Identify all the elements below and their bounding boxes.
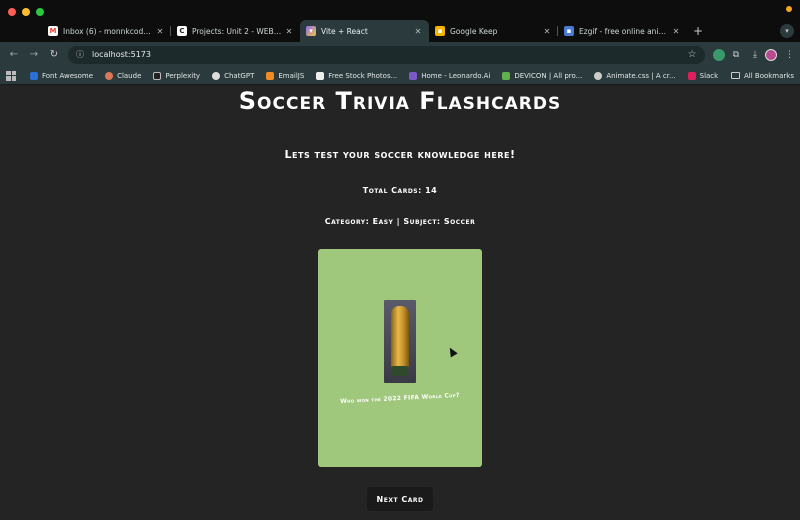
close-tab-icon[interactable]: ✕	[542, 27, 552, 36]
font-awesome-icon	[30, 71, 38, 80]
extensions-puzzle-icon[interactable]: ⧉	[733, 50, 739, 60]
page-content: Soccer Trivia Flashcards Lets test your …	[0, 86, 800, 520]
bookmark-animate-css[interactable]: Animate.css | A cr...	[594, 71, 676, 80]
bookmark-label: Perplexity	[165, 71, 201, 80]
tab-title: Projects: Unit 2 - WEB102 | Intro	[192, 26, 284, 36]
page-title: Soccer Trivia Flashcards	[238, 87, 562, 115]
flashcard[interactable]: Who won the 2022 FIFA World Cup?	[318, 249, 482, 467]
flashcard-question: Who won the 2022 FIFA World Cup?	[340, 391, 460, 406]
profile-avatar[interactable]	[765, 48, 777, 61]
tab-codepath[interactable]: C Projects: Unit 2 - WEB102 | Intro ✕	[171, 20, 300, 42]
claude-icon	[105, 71, 114, 80]
back-arrow-icon[interactable]: ←	[6, 47, 22, 63]
site-info-icon[interactable]: ⓘ	[76, 49, 84, 60]
new-tab-button[interactable]: +	[687, 20, 709, 42]
bookmark-claude[interactable]: Claude	[105, 71, 142, 80]
animate-css-icon	[594, 71, 603, 80]
apps-grid-icon[interactable]	[6, 70, 16, 81]
tab-vite-react[interactable]: ▾ Vite + React ✕	[300, 20, 429, 42]
all-bookmarks-label: All Bookmarks	[743, 71, 794, 80]
total-cards-label: Total Cards: 14	[362, 186, 438, 195]
maximize-window-button[interactable]	[36, 8, 44, 16]
forward-arrow-icon[interactable]: →	[26, 47, 42, 63]
vite-icon: ▾	[306, 26, 316, 36]
download-icon[interactable]: ⤓	[753, 50, 757, 60]
page-subtitle: Lets test your soccer knowledge here!	[284, 148, 516, 161]
bookmark-label: DEVICON | All pro...	[514, 71, 583, 80]
bookmark-leonardo[interactable]: Home - Leonardo.Ai	[409, 71, 491, 80]
chatgpt-icon	[212, 71, 221, 80]
gmail-icon: M	[48, 26, 58, 36]
bookmark-label: Slack	[699, 71, 719, 80]
close-window-button[interactable]	[8, 8, 16, 16]
close-tab-icon[interactable]: ✕	[155, 27, 165, 36]
world-cup-trophy-image	[384, 300, 416, 383]
bookmark-slack[interactable]: Slack	[687, 71, 719, 80]
tab-title: Google Keep	[450, 26, 498, 36]
toolbar-icons: ⧉ ⤓ ⋮	[712, 48, 794, 61]
close-tab-icon[interactable]: ✕	[284, 27, 294, 36]
bookmark-star-icon[interactable]: ☆	[688, 49, 697, 60]
category-label: Category: Easy | Subject: Soccer	[324, 217, 476, 226]
tab-title: Vite + React	[321, 26, 368, 36]
tab-search-dropdown-icon[interactable]: ▾	[780, 24, 794, 38]
tab-strip: M Inbox (6) - monnkcode@gmail.com ✕ C Pr…	[0, 8, 800, 42]
close-tab-icon[interactable]: ✕	[671, 27, 681, 36]
bookmarks-bar: Font Awesome Claude Perplexity ChatGPT E…	[0, 67, 800, 85]
bookmark-label: Claude	[117, 71, 142, 80]
ezgif-icon: ▪	[564, 26, 574, 36]
bookmark-chatgpt[interactable]: ChatGPT	[212, 71, 255, 80]
bookmark-label: ChatGPT	[224, 71, 255, 80]
all-bookmarks-button[interactable]: All Bookmarks	[730, 71, 794, 80]
bookmark-devicon[interactable]: DEVICON | All pro...	[502, 71, 583, 80]
bookmark-font-awesome[interactable]: Font Awesome	[30, 71, 94, 80]
slack-icon	[687, 71, 696, 80]
window-controls	[8, 8, 44, 16]
minimize-window-button[interactable]	[22, 8, 30, 16]
tab-title: Ezgif - free online animated GIF	[579, 26, 671, 36]
tabs: M Inbox (6) - monnkcode@gmail.com ✕ C Pr…	[42, 20, 709, 42]
bookmark-free-stock-photos[interactable]: Free Stock Photos...	[316, 71, 398, 80]
leonardo-icon	[409, 71, 418, 80]
reload-icon[interactable]: ↻	[46, 47, 62, 63]
bookmark-label: Font Awesome	[42, 71, 94, 80]
bookmark-perplexity[interactable]: Perplexity	[153, 71, 201, 80]
codepath-icon: C	[177, 26, 187, 36]
bookmark-label: Animate.css | A cr...	[606, 71, 676, 80]
address-bar[interactable]: ⓘ localhost:5173 ☆	[68, 45, 705, 64]
menu-kebab-icon[interactable]: ⋮	[785, 50, 794, 60]
folder-icon	[730, 72, 740, 79]
window-titlebar	[0, 0, 800, 20]
url-text: localhost:5173	[92, 50, 151, 59]
tab-ezgif[interactable]: ▪ Ezgif - free online animated GIF ✕	[558, 20, 687, 42]
devicon-icon	[502, 71, 511, 80]
tab-title: Inbox (6) - monnkcode@gmail.com	[63, 26, 155, 36]
pexels-icon	[316, 71, 325, 80]
grammarly-extension-icon[interactable]	[712, 48, 725, 61]
bookmark-label: EmailJS	[278, 71, 305, 80]
bookmark-label: Home - Leonardo.Ai	[421, 71, 491, 80]
keep-icon: ▪	[435, 26, 445, 36]
tab-google-keep[interactable]: ▪ Google Keep ✕	[429, 20, 558, 42]
bookmark-emailjs[interactable]: EmailJS	[266, 71, 305, 80]
bookmark-label: Free Stock Photos...	[328, 71, 398, 80]
perplexity-icon	[153, 71, 162, 80]
navigation-bar: ← → ↻ ⓘ localhost:5173 ☆ ⧉ ⤓ ⋮	[0, 42, 800, 67]
close-tab-icon[interactable]: ✕	[413, 27, 423, 36]
notification-dot	[786, 6, 792, 12]
next-card-button[interactable]: Next Card	[367, 487, 433, 511]
emailjs-icon	[266, 71, 275, 80]
tab-gmail[interactable]: M Inbox (6) - monnkcode@gmail.com ✕	[42, 20, 171, 42]
